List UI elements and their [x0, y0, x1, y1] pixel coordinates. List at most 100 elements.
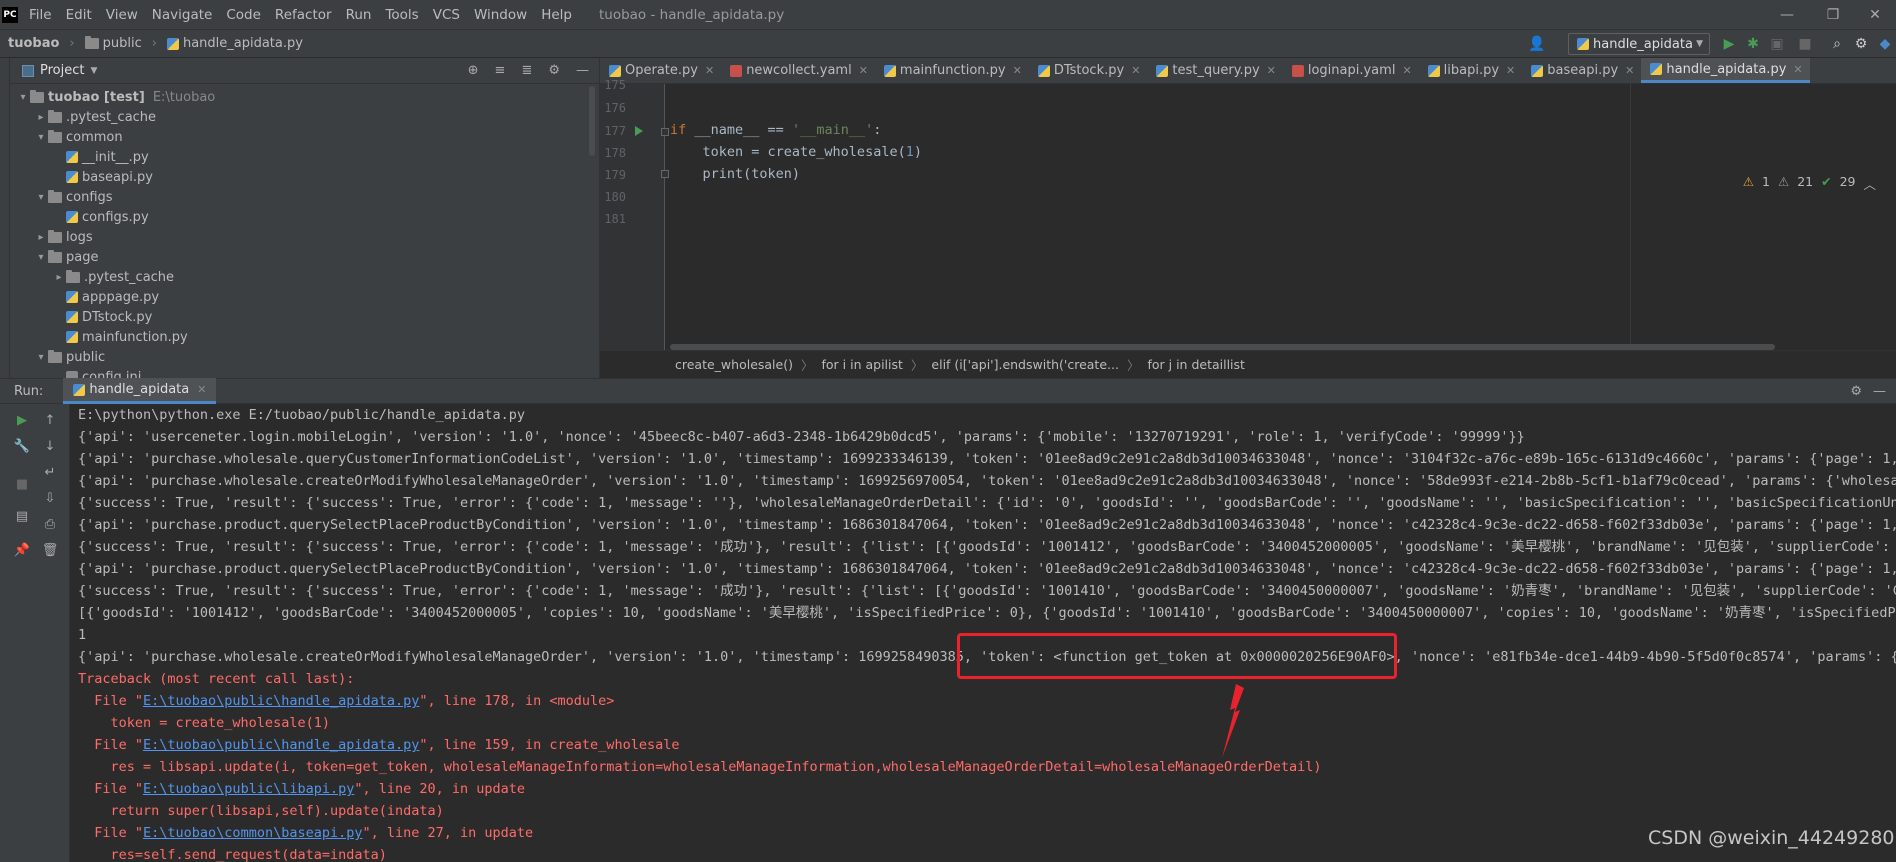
chevron-down-icon[interactable]: ▾: [34, 132, 48, 143]
coverage-icon[interactable]: ▣: [1768, 35, 1786, 53]
tree-item[interactable]: mainfunction.py: [10, 327, 599, 347]
menu-file[interactable]: File: [22, 7, 59, 23]
settings-icon[interactable]: ⚙: [1852, 35, 1870, 53]
breadcrumb-file[interactable]: handle_apidata.py: [159, 36, 311, 51]
menu-refactor[interactable]: Refactor: [268, 7, 339, 23]
editor-tab[interactable]: libapi.py ✕: [1419, 58, 1523, 83]
breadcrumb-folder[interactable]: public: [77, 36, 150, 51]
tree-scrollbar[interactable]: [589, 86, 595, 156]
chevron-down-icon[interactable]: ▾: [16, 92, 30, 103]
arrow-up-icon[interactable]: ↑: [40, 410, 60, 430]
tree-item[interactable]: ▾ public: [10, 347, 599, 367]
chevron-down-icon[interactable]: ▾: [34, 352, 48, 363]
file-link[interactable]: E:\tuobao\public\handle_apidata.py: [143, 737, 419, 753]
chevron-right-icon[interactable]: ▸: [52, 272, 66, 283]
code-breadcrumb[interactable]: create_wholesale(): [675, 357, 793, 372]
run-tab[interactable]: handle_apidata ✕: [63, 378, 217, 404]
project-panel-title[interactable]: Project: [40, 63, 84, 78]
user-icon[interactable]: 👤: [1528, 35, 1546, 53]
file-link[interactable]: E:\tuobao\common\baseapi.py: [143, 825, 362, 841]
chevron-up-icon[interactable]: ︿: [1863, 174, 1876, 193]
trash-icon[interactable]: 🗑: [40, 540, 60, 560]
menu-help[interactable]: Help: [534, 7, 579, 23]
tree-item[interactable]: ▾ common: [10, 127, 599, 147]
chevron-down-icon[interactable]: ▾: [34, 252, 48, 263]
chevron-right-icon[interactable]: ▸: [34, 112, 48, 123]
chevron-right-icon[interactable]: ▸: [34, 232, 48, 243]
editor-tab[interactable]: mainfunction.py ✕: [875, 58, 1029, 83]
editor-tab[interactable]: baseapi.py ✕: [1522, 58, 1641, 83]
menu-edit[interactable]: Edit: [59, 7, 99, 23]
hide-icon[interactable]: —: [1873, 384, 1886, 399]
file-link[interactable]: E:\tuobao\public\handle_apidata.py: [143, 693, 419, 709]
tree-item[interactable]: ▸ .pytest_cache: [10, 267, 599, 287]
search-icon[interactable]: ⌕: [1828, 35, 1846, 53]
scroll-to-end-icon[interactable]: ⇩: [40, 488, 60, 508]
rerun-icon[interactable]: ▶: [12, 410, 32, 430]
tree-item[interactable]: __init__.py: [10, 147, 599, 167]
close-tab-icon[interactable]: ✕: [1625, 64, 1634, 77]
menu-tools[interactable]: Tools: [378, 7, 425, 23]
pin-icon[interactable]: 📌: [12, 540, 32, 560]
code-breadcrumb[interactable]: for j in detaillist: [1147, 357, 1244, 372]
tree-item[interactable]: configs.py: [10, 207, 599, 227]
close-tab-icon[interactable]: ✕: [1131, 64, 1140, 77]
soft-wrap-icon[interactable]: ↵: [40, 462, 60, 482]
close-tab-icon[interactable]: ✕: [1267, 64, 1276, 77]
tree-item[interactable]: ▾ tuobao [test] E:\tuobao: [10, 87, 599, 107]
menu-vcs[interactable]: VCS: [426, 7, 467, 23]
tree-item[interactable]: apppage.py: [10, 287, 599, 307]
minimize-icon[interactable]: —: [1764, 0, 1810, 30]
editor-tab[interactable]: newcollect.yaml ✕: [721, 58, 875, 83]
tree-item[interactable]: ▸ logs: [10, 227, 599, 247]
editor-tab[interactable]: handle_apidata.py ✕: [1641, 58, 1810, 83]
close-tab-icon[interactable]: ✕: [859, 64, 868, 77]
tree-item[interactable]: ▾ configs: [10, 187, 599, 207]
stop-icon[interactable]: ■: [1796, 35, 1814, 53]
close-tab-icon[interactable]: ✕: [1013, 64, 1022, 77]
gear-icon[interactable]: ⚙: [548, 63, 560, 78]
inspection-widget[interactable]: ⚠ 1 ⚠ 21 ✔ 29 ︿: [1743, 174, 1876, 193]
close-tab-icon[interactable]: ✕: [1402, 64, 1411, 77]
tree-item[interactable]: ▸ .pytest_cache: [10, 107, 599, 127]
close-icon[interactable]: ✕: [197, 383, 206, 396]
arrow-down-icon[interactable]: ↓: [40, 436, 60, 456]
collapse-all-icon[interactable]: ≣: [521, 63, 532, 78]
stop-icon[interactable]: ■: [12, 474, 32, 494]
hide-icon[interactable]: —: [576, 63, 589, 78]
restore-icon[interactable]: ❐: [1810, 0, 1856, 30]
breadcrumb-project[interactable]: tuobao: [0, 36, 67, 51]
chevron-down-icon[interactable]: ▾: [34, 192, 48, 203]
file-link[interactable]: E:\tuobao\public\libapi.py: [143, 781, 354, 797]
close-window-icon[interactable]: ✕: [1852, 0, 1896, 30]
chevron-down-icon[interactable]: ▼: [90, 66, 97, 76]
menu-code[interactable]: Code: [219, 7, 268, 23]
editor-tab[interactable]: test_query.py ✕: [1147, 58, 1282, 83]
menu-window[interactable]: Window: [467, 7, 534, 23]
debug-icon[interactable]: ✱: [1744, 35, 1762, 53]
menu-view[interactable]: View: [99, 7, 145, 23]
plugin-icon[interactable]: ◆: [1876, 35, 1894, 53]
print-icon[interactable]: ⎙: [40, 514, 60, 534]
tree-item[interactable]: DTstock.py: [10, 307, 599, 327]
tree-item[interactable]: ▾ page: [10, 247, 599, 267]
fold-icon[interactable]: [661, 170, 669, 178]
editor-tab[interactable]: loginapi.yaml ✕: [1283, 58, 1419, 83]
close-tab-icon[interactable]: ✕: [1793, 63, 1802, 76]
code-editor[interactable]: 175 176 177 178 179 180 181 if __name__ …: [600, 78, 1896, 350]
expand-all-icon[interactable]: ≡: [495, 63, 506, 78]
fold-icon[interactable]: [661, 128, 669, 136]
editor-tab[interactable]: DTstock.py ✕: [1029, 58, 1148, 83]
code-breadcrumb[interactable]: for i in apilist: [822, 357, 903, 372]
menu-navigate[interactable]: Navigate: [145, 7, 220, 23]
menu-run[interactable]: Run: [339, 7, 379, 23]
tree-item[interactable]: baseapi.py: [10, 167, 599, 187]
close-tab-icon[interactable]: ✕: [1506, 64, 1515, 77]
layout-icon[interactable]: ▤: [12, 506, 32, 526]
locate-icon[interactable]: ⊕: [468, 63, 479, 78]
run-gutter-icon[interactable]: [635, 126, 643, 136]
wrench-icon[interactable]: 🔧: [12, 436, 32, 456]
gear-icon[interactable]: ⚙: [1850, 384, 1862, 399]
code-breadcrumb[interactable]: elif (i['api'].endswith('create...: [931, 357, 1119, 372]
run-icon[interactable]: ▶: [1720, 35, 1738, 53]
